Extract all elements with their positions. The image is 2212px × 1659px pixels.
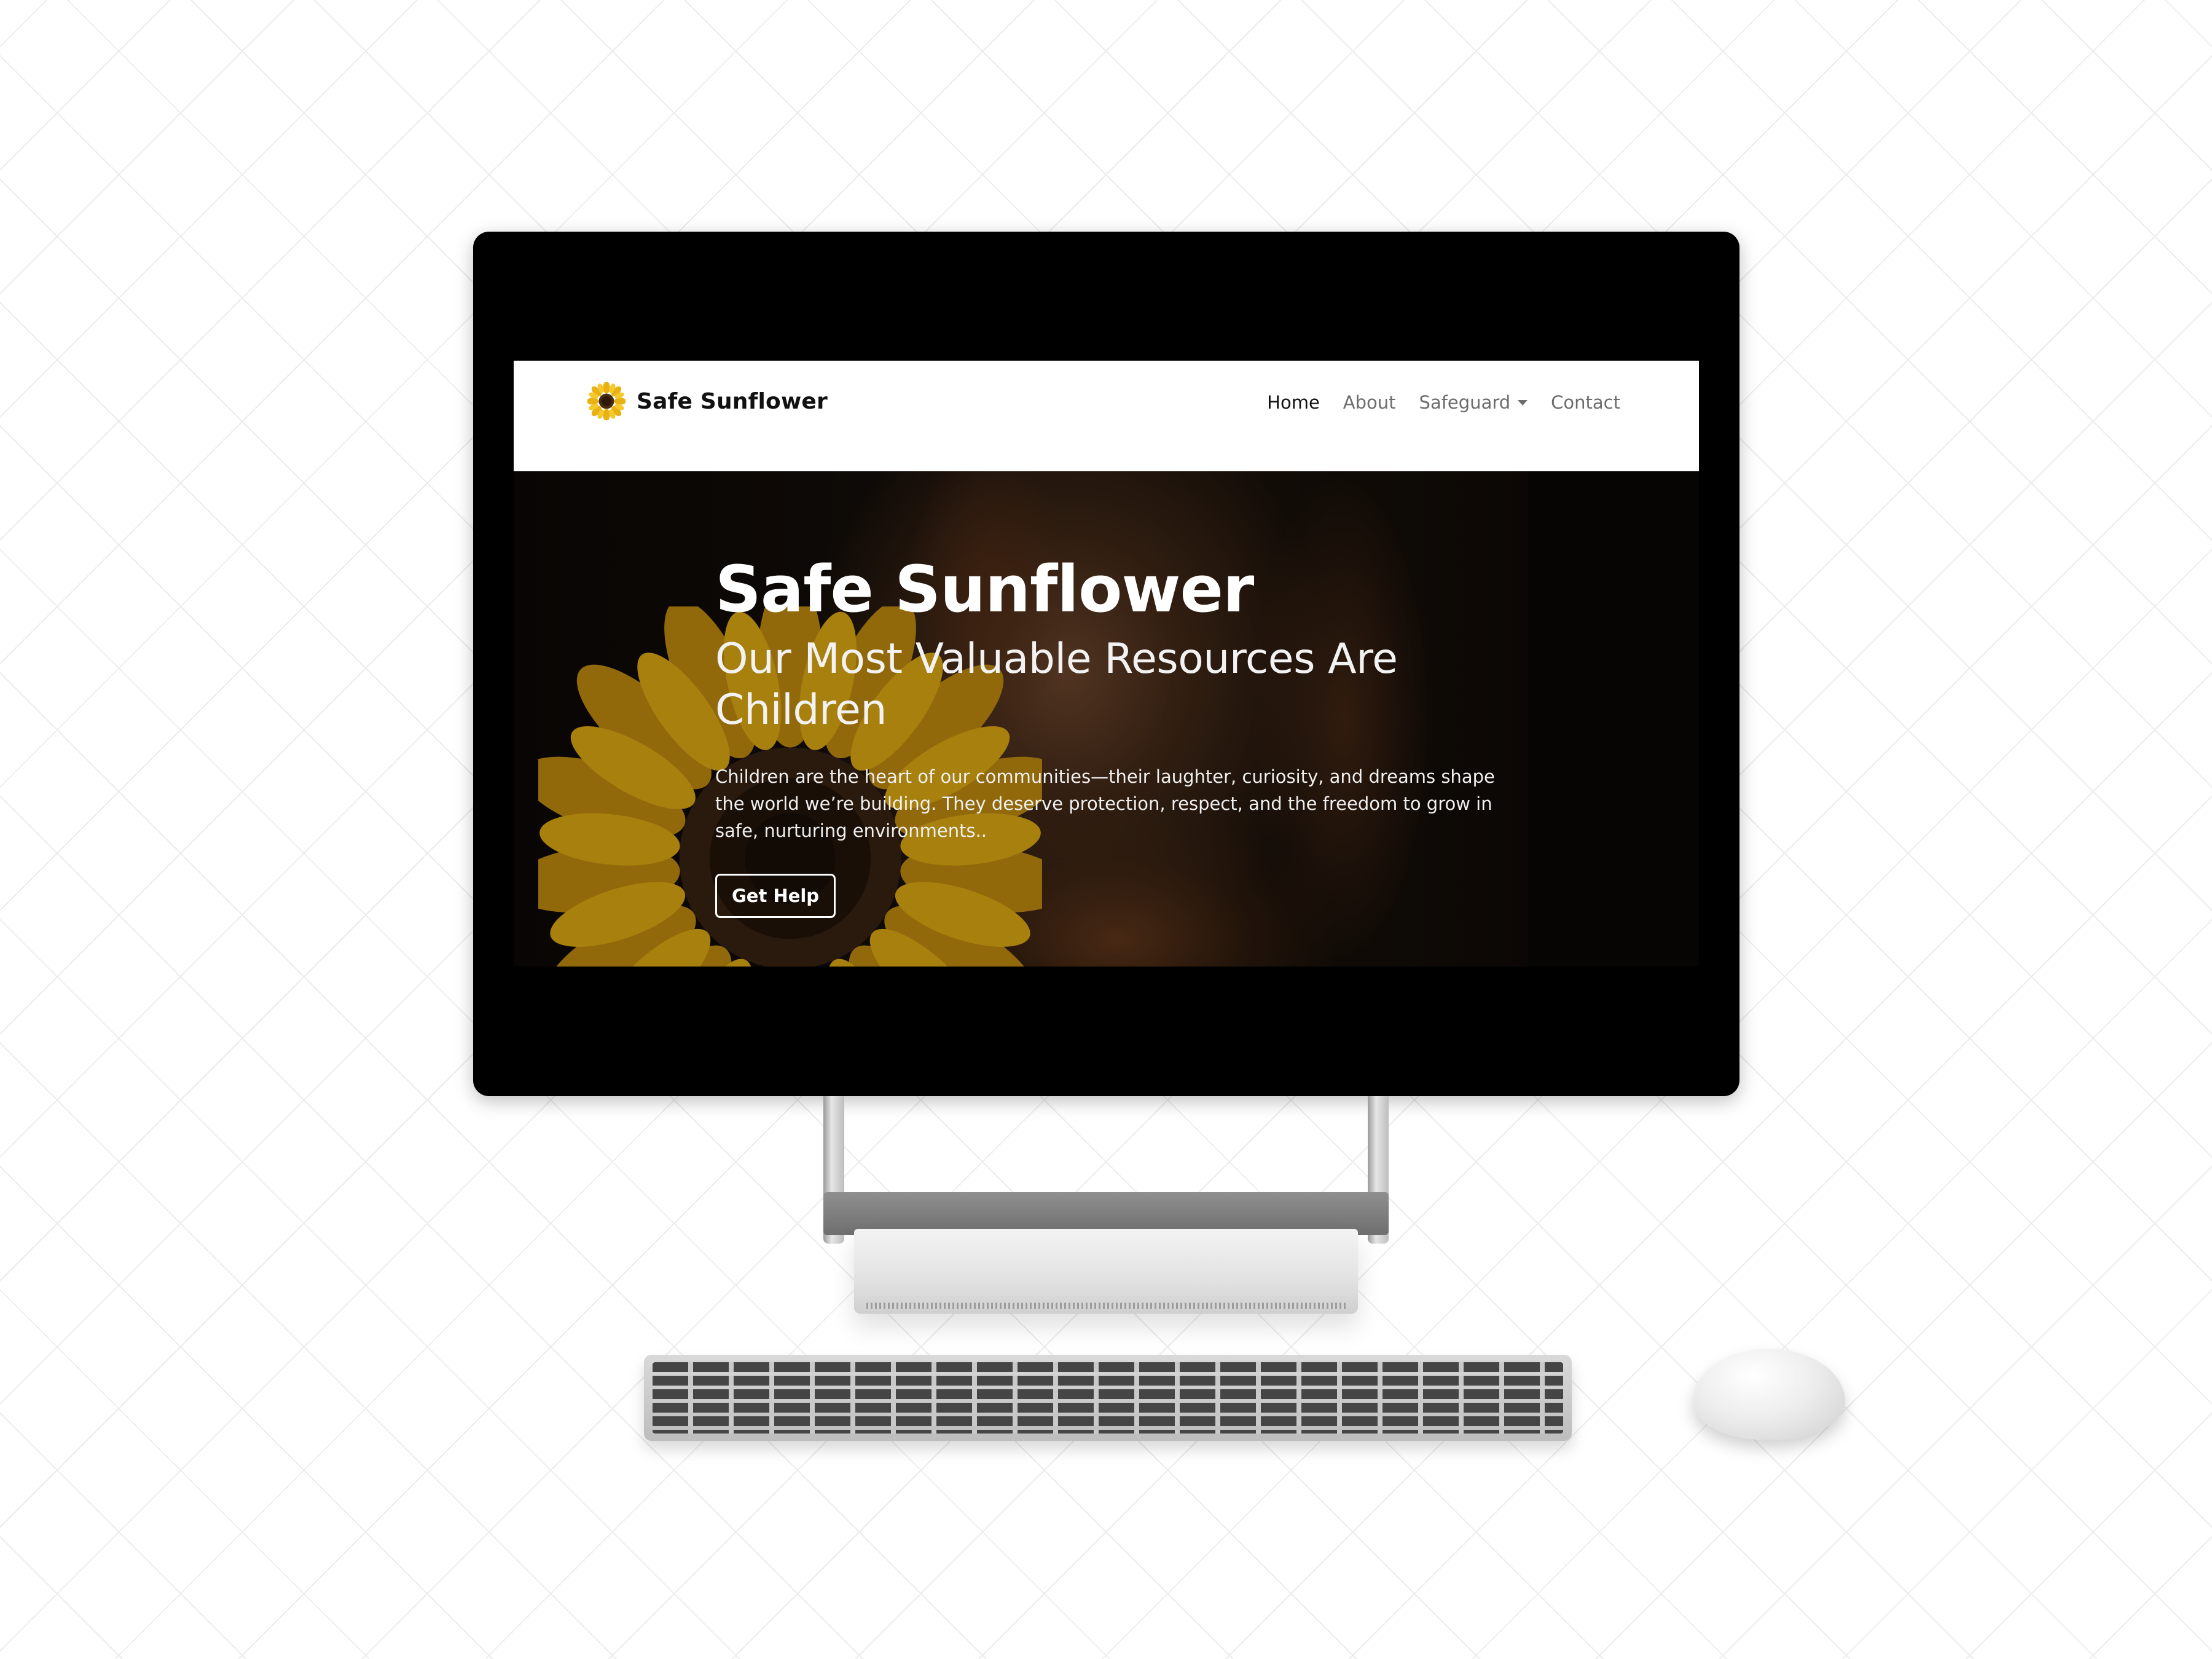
navbar: Safe Sunflower Home About Safeguard Cont…: [514, 361, 1699, 471]
nav-item-contact[interactable]: Contact: [1551, 392, 1620, 413]
sunflower-icon: [587, 382, 626, 420]
monitor-frame: Safe Sunflower Home About Safeguard Cont…: [473, 232, 1739, 1096]
base-vent: [866, 1303, 1346, 1309]
chevron-down-icon: [1518, 399, 1528, 406]
brand[interactable]: Safe Sunflower: [587, 378, 828, 425]
hero-content: Safe Sunflower Our Most Valuable Resourc…: [715, 552, 1514, 919]
keyboard: [644, 1355, 1572, 1441]
nav-item-safeguard[interactable]: Safeguard: [1419, 392, 1528, 413]
hero-section: Safe Sunflower Our Most Valuable Resourc…: [514, 471, 1699, 967]
nav-item-about[interactable]: About: [1343, 392, 1396, 413]
computer-base: [854, 1229, 1358, 1314]
browser-viewport: Safe Sunflower Home About Safeguard Cont…: [514, 361, 1699, 991]
nav-links: Home About Safeguard Contact: [1244, 386, 1620, 418]
sunflower-logo-svg: [587, 382, 626, 420]
hero-description: Children are the heart of our communitie…: [715, 766, 1495, 842]
get-help-button[interactable]: Get Help: [715, 874, 836, 919]
brand-name: Safe Sunflower: [637, 388, 828, 414]
hero-title: Safe Sunflower: [715, 552, 1254, 627]
nav-item-safeguard-label: Safeguard: [1419, 392, 1511, 413]
hero-subtitle: Our Most Valuable Resources Are Children: [715, 635, 1398, 735]
nav-item-home[interactable]: Home: [1267, 392, 1320, 413]
keyboard-keys: [653, 1362, 1563, 1433]
mouse: [1693, 1349, 1845, 1440]
